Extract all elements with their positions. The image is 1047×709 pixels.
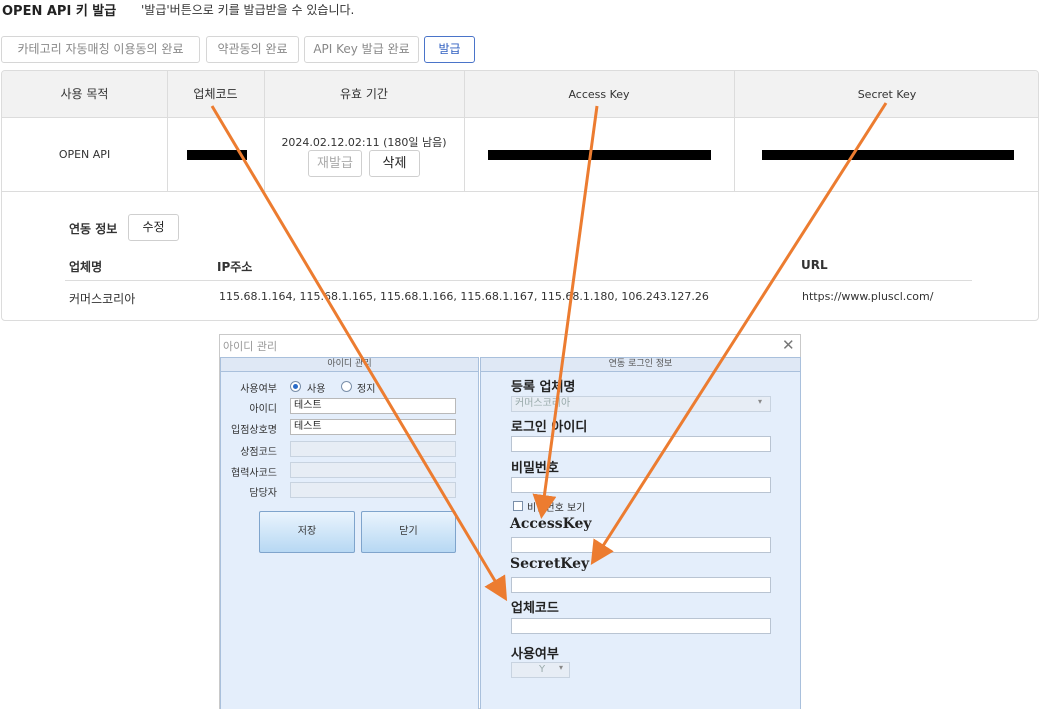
step-apikey-button[interactable]: API Key 발급 완료 bbox=[304, 36, 419, 63]
column-header-purpose: 사용 목적 bbox=[60, 87, 109, 101]
chevron-down-icon: ▾ bbox=[758, 397, 763, 406]
left-pane-heading: 아이디 관리 bbox=[221, 358, 478, 372]
redacted-company-code bbox=[187, 150, 247, 160]
column-header-company-code: 업체코드 bbox=[193, 87, 238, 101]
col-company-name: 업체명 bbox=[69, 260, 103, 274]
radio-stop[interactable] bbox=[341, 381, 352, 392]
integration-url: https://www.pluscl.com/ bbox=[802, 290, 934, 303]
shop-name-field[interactable]: 테스트 bbox=[290, 419, 456, 435]
company-label: 등록 업체명 bbox=[511, 380, 576, 395]
issue-button[interactable]: 발급 bbox=[424, 36, 475, 63]
column-header-validity: 유효 기간 bbox=[340, 87, 388, 101]
radio-use-label: 사용 bbox=[307, 384, 326, 395]
col-url: URL bbox=[801, 258, 828, 272]
integration-company: 커머스코리아 bbox=[69, 292, 136, 306]
step-terms-button[interactable]: 약관동의 완료 bbox=[206, 36, 299, 63]
store-code-label: 상점코드 bbox=[240, 447, 277, 458]
column-divider bbox=[167, 71, 168, 192]
edit-integration-button[interactable]: 수정 bbox=[128, 214, 179, 241]
save-button[interactable]: 저장 bbox=[259, 511, 355, 553]
radio-stop-label: 정지 bbox=[357, 384, 376, 395]
company-code-field[interactable] bbox=[511, 618, 771, 634]
shop-name-label: 입점상호명 bbox=[231, 425, 277, 436]
integration-ips: 115.68.1.164, 115.68.1.165, 115.68.1.166… bbox=[219, 290, 709, 303]
page-description: '발급'버튼으로 키를 발급받을 수 있습니다. bbox=[141, 3, 355, 17]
show-password-checkbox[interactable] bbox=[513, 501, 523, 511]
chevron-down-icon: ▾ bbox=[559, 663, 564, 672]
manager-field bbox=[290, 482, 456, 498]
dialog-title: 아이디 관리 bbox=[223, 340, 278, 353]
right-pane-heading: 연동 로그인 정보 bbox=[481, 358, 800, 372]
row-divider bbox=[2, 191, 1038, 192]
close-icon[interactable]: ✕ bbox=[782, 336, 795, 354]
close-button[interactable]: 닫기 bbox=[361, 511, 456, 553]
page-title: OPEN API 키 발급 bbox=[2, 4, 117, 19]
id-label: 아이디 bbox=[249, 404, 277, 415]
use-status-right-label: 사용여부 bbox=[511, 647, 559, 662]
id-management-dialog: 아이디 관리 ✕ 아이디 관리 사용여부 사용 정지 아이디 테스트 입점상호명… bbox=[219, 334, 801, 709]
column-header-secret-key: Secret Key bbox=[857, 88, 917, 101]
delete-button[interactable]: 삭제 bbox=[369, 150, 420, 177]
login-id-field[interactable] bbox=[511, 436, 771, 452]
col-ip-address: IP주소 bbox=[217, 260, 253, 274]
secret-key-field[interactable] bbox=[511, 577, 771, 593]
column-header-access-key: Access Key bbox=[568, 88, 630, 101]
store-code-field bbox=[290, 441, 456, 457]
company-select[interactable]: 커머스코리아 bbox=[511, 396, 771, 412]
partner-code-field bbox=[290, 462, 456, 478]
partner-code-label: 협력사코드 bbox=[231, 468, 277, 479]
redacted-secret-key bbox=[762, 150, 1014, 160]
row-validity: 2024.02.12.02:11 (180일 남음) bbox=[281, 136, 447, 149]
step-category-button[interactable]: 카테고리 자동매칭 이용동의 완료 bbox=[1, 36, 200, 63]
table-header: 사용 목적 업체코드 유효 기간 Access Key Secret Key bbox=[2, 71, 1038, 118]
radio-use[interactable] bbox=[290, 381, 301, 392]
left-pane: 아이디 관리 사용여부 사용 정지 아이디 테스트 입점상호명 테스트 상점코드… bbox=[220, 357, 479, 709]
id-field[interactable]: 테스트 bbox=[290, 398, 456, 414]
password-field[interactable] bbox=[511, 477, 771, 493]
show-password-label: 비밀번호 보기 bbox=[527, 503, 586, 514]
column-divider bbox=[464, 71, 465, 192]
reissue-button[interactable]: 재발급 bbox=[308, 150, 362, 177]
login-id-label: 로그인 아이디 bbox=[511, 420, 588, 435]
password-label: 비밀번호 bbox=[511, 461, 559, 476]
column-divider bbox=[264, 71, 265, 192]
manager-label: 담당자 bbox=[249, 488, 277, 499]
column-divider bbox=[734, 71, 735, 192]
access-key-field[interactable] bbox=[511, 537, 771, 553]
secret-key-label: SecretKey bbox=[510, 556, 590, 572]
company-code-label: 업체코드 bbox=[511, 601, 559, 616]
integration-divider bbox=[65, 280, 972, 281]
row-purpose: OPEN API bbox=[58, 148, 111, 161]
api-key-panel: 사용 목적 업체코드 유효 기간 Access Key Secret Key O… bbox=[1, 70, 1039, 321]
use-status-label: 사용여부 bbox=[240, 384, 277, 395]
integration-label: 연동 정보 bbox=[69, 222, 118, 236]
page: OPEN API 키 발급 '발급'버튼으로 키를 발급받을 수 있습니다. 카… bbox=[0, 0, 1047, 709]
access-key-label: AccessKey bbox=[510, 516, 592, 532]
redacted-access-key bbox=[488, 150, 711, 160]
